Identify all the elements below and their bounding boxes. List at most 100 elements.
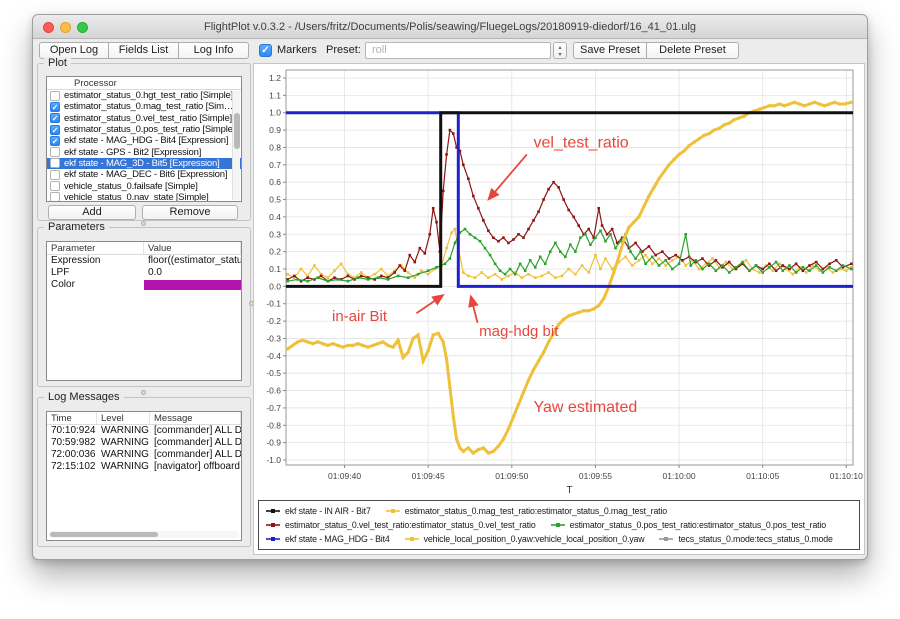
- toolbar: Open Log Fields List Log Info ✓ Markers …: [33, 41, 867, 61]
- svg-text:0.3: 0.3: [269, 229, 281, 239]
- svg-text:0.6: 0.6: [269, 177, 281, 187]
- splitter-handle[interactable]: [141, 390, 146, 395]
- plot-field-list[interactable]: Processor estimator_status_0.hgt_test_ra…: [46, 76, 242, 202]
- field-label: vehicle_status_0.nav_state [Simple]: [64, 192, 209, 202]
- log-messages-groupbox: Log Messages Time Level Message 70:10:92…: [37, 397, 251, 547]
- splitter-handle[interactable]: [141, 221, 146, 226]
- legend-entry: vehicle_local_position_0.yaw:vehicle_loc…: [404, 532, 645, 546]
- plot-list-item[interactable]: vehicle_status_0.failsafe [Simple]: [47, 180, 241, 191]
- svg-text:01:09:50: 01:09:50: [495, 471, 528, 481]
- legend-marker-icon: [265, 521, 281, 529]
- svg-text:01:09:45: 01:09:45: [412, 471, 445, 481]
- remove-field-button[interactable]: Remove: [142, 205, 238, 220]
- plot-list-item[interactable]: ✓estimator_status_0.mag_test_ratio [Sim…: [47, 101, 241, 112]
- plot-chart[interactable]: -1.0-0.9-0.8-0.7-0.6-0.5-0.4-0.3-0.2-0.1…: [254, 64, 864, 496]
- col-time: Time: [47, 412, 97, 424]
- legend-marker-icon: [385, 507, 401, 515]
- svg-text:01:10:00: 01:10:00: [663, 471, 696, 481]
- window-title: FlightPlot v.0.3.2 - /Users/fritz/Docume…: [103, 15, 797, 39]
- log-row[interactable]: 70:59:982WARNING[commander] ALL DAT: [47, 437, 241, 449]
- col-parameter: Parameter: [47, 242, 144, 254]
- log-messages-table[interactable]: Time Level Message 70:10:924WARNING[comm…: [46, 411, 242, 541]
- legend-label: estimator_status_0.vel_test_ratio:estima…: [285, 518, 536, 532]
- markers-label: Markers: [277, 44, 317, 56]
- plot-list-scrollbar[interactable]: [232, 91, 240, 200]
- log-row[interactable]: 72:00:036WARNING[commander] ALL DAT: [47, 449, 241, 461]
- svg-text:01:10:05: 01:10:05: [746, 471, 779, 481]
- scrollbar-thumb[interactable]: [234, 113, 240, 149]
- plot-list-item[interactable]: ekf state - MAG_DEC - Bit6 [Expression]: [47, 169, 241, 180]
- preset-stepper[interactable]: ▴▾: [553, 42, 567, 59]
- fields-list-button[interactable]: Fields List: [109, 42, 179, 59]
- parameter-row[interactable]: Color: [47, 279, 241, 291]
- legend-label: tecs_status_0.mode:tecs_status_0.mode: [678, 532, 832, 546]
- svg-text:-0.3: -0.3: [266, 333, 281, 343]
- log-row[interactable]: 70:10:924WARNING[commander] ALL DAT: [47, 425, 241, 437]
- field-checkbox[interactable]: [50, 181, 60, 191]
- legend-entry: estimator_status_0.mag_test_ratio:estima…: [385, 504, 667, 518]
- preset-combobox[interactable]: roll: [365, 42, 551, 59]
- field-checkbox[interactable]: ✓: [50, 113, 60, 123]
- parameters-table[interactable]: Parameter Value Expressionfloor((estimat…: [46, 241, 242, 381]
- add-field-button[interactable]: Add: [48, 205, 136, 220]
- plot-list-item[interactable]: ✓ekf state - MAG_HDG - Bit4 [Expression]: [47, 135, 241, 146]
- log-messages-group-title: Log Messages: [44, 391, 124, 403]
- log-time: 70:59:982: [47, 437, 97, 449]
- svg-text:1.2: 1.2: [269, 73, 281, 83]
- svg-text:-0.8: -0.8: [266, 420, 281, 430]
- legend-label: ekf state - MAG_HDG - Bit4: [285, 532, 390, 546]
- legend-entry: tecs_status_0.mode:tecs_status_0.mode: [658, 532, 832, 546]
- legend-entry: estimator_status_0.vel_test_ratio:estima…: [265, 518, 536, 532]
- log-info-button[interactable]: Log Info: [179, 42, 249, 59]
- log-time: 70:10:924: [47, 425, 97, 437]
- field-checkbox[interactable]: [50, 147, 60, 157]
- x-axis-label: T: [566, 485, 572, 496]
- legend-entry: ekf state - MAG_HDG - Bit4: [265, 532, 390, 546]
- log-message: [commander] ALL DAT: [150, 425, 241, 437]
- markers-checkbox[interactable]: ✓: [259, 44, 272, 57]
- log-row[interactable]: 72:15:102WARNING[navigator] offboard m: [47, 461, 241, 473]
- svg-text:0.1: 0.1: [269, 264, 281, 274]
- series-estimator_status_0.mag_test_ratio: [288, 229, 852, 279]
- close-window-button[interactable]: [43, 22, 54, 33]
- chart-annotation: in-air Bit: [332, 308, 388, 325]
- legend-marker-icon: [404, 535, 420, 543]
- field-checkbox[interactable]: [50, 192, 60, 202]
- plot-list-item[interactable]: ekf state - GPS - Bit2 [Expression]: [47, 146, 241, 157]
- plot-list-item[interactable]: vehicle_status_0.nav_state [Simple]: [47, 192, 241, 202]
- field-checkbox[interactable]: ✓: [50, 102, 60, 112]
- title-bar[interactable]: FlightPlot v.0.3.2 - /Users/fritz/Docume…: [33, 15, 867, 39]
- save-preset-button[interactable]: Save Preset: [573, 42, 647, 59]
- plot-list-item[interactable]: estimator_status_0.hgt_test_ratio [Simpl…: [47, 90, 241, 101]
- log-level: WARNING: [97, 437, 150, 449]
- svg-text:-0.6: -0.6: [266, 386, 281, 396]
- field-checkbox[interactable]: [50, 91, 60, 101]
- delete-preset-button[interactable]: Delete Preset: [647, 42, 739, 59]
- svg-text:0.4: 0.4: [269, 212, 281, 222]
- legend-marker-icon: [550, 521, 566, 529]
- parameter-value: 0.0: [144, 267, 241, 279]
- field-checkbox[interactable]: [50, 170, 60, 180]
- preset-label: Preset:: [326, 44, 361, 56]
- scrollbar-thumb[interactable]: [50, 532, 158, 537]
- chart-annotation: Yaw estimated: [534, 399, 638, 416]
- plot-list-item[interactable]: ekf state - MAG_3D - Bit5 [Expression]: [47, 158, 241, 169]
- svg-text:0.9: 0.9: [269, 125, 281, 135]
- parameter-value: [144, 279, 241, 291]
- parameter-row[interactable]: Expressionfloor((estimator_statu…: [47, 255, 241, 267]
- field-checkbox[interactable]: ✓: [50, 136, 60, 146]
- plot-list-item[interactable]: ✓estimator_status_0.pos_test_ratio [Simp…: [47, 124, 241, 135]
- field-checkbox[interactable]: [50, 158, 60, 168]
- svg-text:01:09:55: 01:09:55: [579, 471, 612, 481]
- svg-text:0.7: 0.7: [269, 160, 281, 170]
- svg-text:1.0: 1.0: [269, 108, 281, 118]
- parameter-row[interactable]: LPF0.0: [47, 267, 241, 279]
- parameters-group-title: Parameters: [44, 221, 109, 233]
- color-swatch[interactable]: [144, 280, 241, 290]
- minimize-window-button[interactable]: [60, 22, 71, 33]
- plot-list-item[interactable]: ✓estimator_status_0.vel_test_ratio [Simp…: [47, 113, 241, 124]
- field-checkbox[interactable]: ✓: [50, 125, 60, 135]
- svg-text:-0.7: -0.7: [266, 403, 281, 413]
- zoom-window-button[interactable]: [77, 22, 88, 33]
- log-hscrollbar[interactable]: [49, 531, 239, 538]
